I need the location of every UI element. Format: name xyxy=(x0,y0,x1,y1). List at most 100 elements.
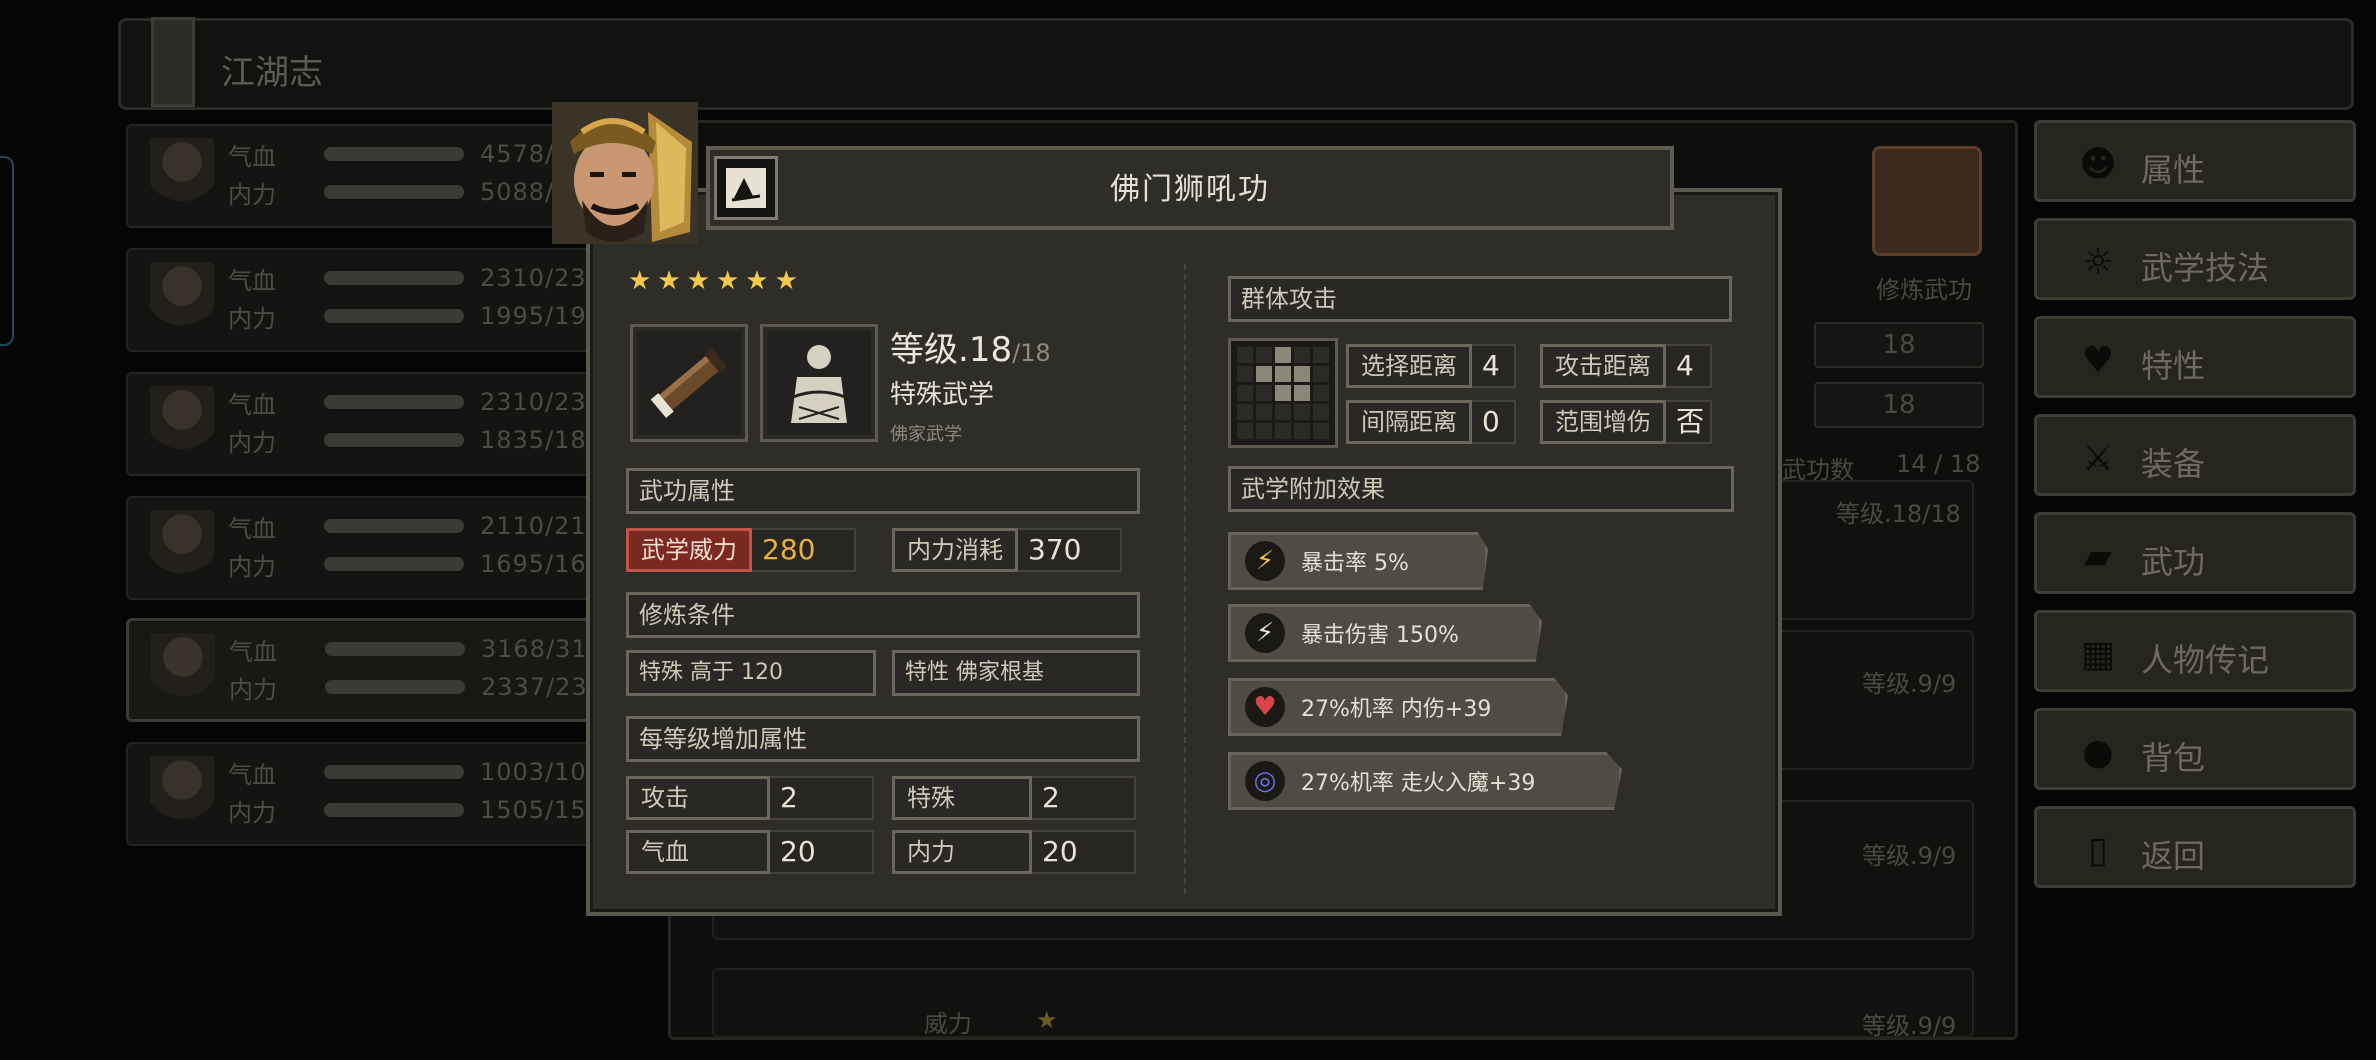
menu-bag-button[interactable]: ● 背包 xyxy=(2034,708,2356,790)
stat-box: 18 xyxy=(1814,322,1984,368)
effect-text: 27%机率 走火入魔+39 xyxy=(1301,771,1536,796)
effect-qi-deviation: ◎ 27%机率 走火入魔+39 xyxy=(1228,752,1622,810)
menu-skills-button[interactable]: ▰ 武功 xyxy=(2034,512,2356,594)
requirement-special: 特殊 高于 120 xyxy=(626,650,876,696)
effect-text: 暴击率 5% xyxy=(1301,551,1409,576)
hp-bar xyxy=(324,271,464,285)
hp-value: 1003/100 xyxy=(480,758,603,786)
character-avatar xyxy=(150,262,214,342)
attack-range-value: 4 xyxy=(1666,344,1712,388)
skill-count-value: 14 / 18 xyxy=(1896,450,1981,478)
hp-label: 气血 xyxy=(228,266,276,295)
martial-skill-icon: ☼ xyxy=(2081,241,2115,283)
menu-label: 装备 xyxy=(2141,445,2206,483)
hp-bar xyxy=(324,147,464,161)
per-level-special: 特殊 2 xyxy=(892,774,1142,822)
mp-bar xyxy=(324,557,464,571)
menu-label: 人物传记 xyxy=(2141,641,2270,679)
character-portrait xyxy=(552,102,698,244)
menu-label: 武学技法 xyxy=(2141,249,2270,287)
effect-crit-damage: ⚡ 暴击伤害 150% xyxy=(1228,604,1542,662)
mp-value: 1505/150 xyxy=(480,796,603,824)
character-card[interactable]: 气血 2310/231 内力 1995/199 xyxy=(126,248,646,352)
per-level-mp: 内力 20 xyxy=(892,828,1142,876)
hp-value: 2310/231 xyxy=(480,264,603,292)
person-stat-icon: ☻ xyxy=(2079,143,2117,185)
hp-bar xyxy=(324,519,464,533)
select-range-value: 4 xyxy=(1472,344,1516,388)
book-icon xyxy=(151,17,195,107)
menu-label: 属性 xyxy=(2141,151,2206,189)
skill-book-icon: ▰ xyxy=(2084,535,2112,577)
character-avatar xyxy=(150,756,214,836)
attack-range-grid-icon xyxy=(1228,338,1338,448)
power-label: 威力 xyxy=(924,1010,972,1038)
menu-label: 武功 xyxy=(2141,543,2206,581)
mp-label: 内力 xyxy=(228,798,276,827)
hp-value: 2310/231 xyxy=(480,388,603,416)
section-effects: 武学附加效果 xyxy=(1228,466,1734,512)
menu-biography-button[interactable]: ▦ 人物传记 xyxy=(2034,610,2356,692)
broken-heart-icon: ♥ xyxy=(1245,687,1285,727)
per-level-value: 20 xyxy=(770,830,874,874)
power-stat: 武学威力 280 xyxy=(626,526,876,574)
menu-label: 背包 xyxy=(2141,739,2206,777)
character-card[interactable]: 气血 1003/100 内力 1505/150 xyxy=(126,742,646,846)
side-tab[interactable] xyxy=(0,156,14,346)
character-card-selected[interactable]: 气血 3168/316 内力 2337/233 xyxy=(126,618,646,722)
menu-traits-button[interactable]: ♥ 特性 xyxy=(2034,316,2356,398)
per-level-value: 2 xyxy=(770,776,874,820)
attack-type: 群体攻击 xyxy=(1228,276,1732,322)
effect-text: 27%机率 内伤+39 xyxy=(1301,697,1492,722)
effect-crit-rate: ⚡ 暴击率 5% xyxy=(1228,532,1488,590)
star-icon: ★ xyxy=(745,266,769,296)
character-card[interactable]: 气血 2310/231 内力 1835/183 xyxy=(126,372,646,476)
interval-value: 0 xyxy=(1472,400,1516,444)
mp-label: 内力 xyxy=(229,675,277,704)
hp-label: 气血 xyxy=(228,390,276,419)
aoe-damage-value: 否 xyxy=(1666,400,1712,444)
stat-box: 18 xyxy=(1814,382,1984,428)
character-card[interactable]: 气血 2110/211 内力 1695/169 xyxy=(126,496,646,600)
mp-bar xyxy=(325,680,465,694)
star-icon: ★ xyxy=(715,266,740,296)
skill-category-icon xyxy=(714,156,778,220)
menu-equipment-button[interactable]: ⚔ 装备 xyxy=(2034,414,2356,496)
effect-text: 暴击伤害 150% xyxy=(1301,623,1459,648)
power-label: 武学威力 xyxy=(626,528,752,572)
hp-label: 气血 xyxy=(228,514,276,543)
per-level-value: 2 xyxy=(1032,776,1136,820)
hp-label: 气血 xyxy=(229,637,277,666)
level-max: /18 xyxy=(1012,339,1051,367)
character-avatar xyxy=(150,510,214,590)
sword-icon: ⚔ xyxy=(2081,437,2115,479)
star-icon: ★ xyxy=(774,266,798,296)
attack-range-label: 攻击距离 xyxy=(1540,344,1666,388)
character-avatar xyxy=(151,633,215,713)
mp-value: 1695/169 xyxy=(480,550,603,578)
interval-stat: 间隔距离 0 xyxy=(1346,398,1526,446)
biography-icon: ▦ xyxy=(2080,633,2115,675)
menu-back-button[interactable]: ▯ 返回 xyxy=(2034,806,2356,888)
menu-martial-arts-button[interactable]: ☼ 武学技法 xyxy=(2034,218,2356,300)
skill-row-level: 等级.9/9 xyxy=(1862,842,1957,870)
requirement-trait: 特性 佛家根基 xyxy=(892,650,1140,696)
mp-cost-value: 370 xyxy=(1018,528,1122,572)
train-skill-icon[interactable] xyxy=(1872,146,1982,256)
skill-row[interactable] xyxy=(712,968,1974,1038)
skill-type: 特殊武学 xyxy=(890,380,995,410)
attack-range-stat: 攻击距离 4 xyxy=(1540,342,1730,390)
skill-school: 佛家武学 xyxy=(890,424,962,445)
per-level-label: 气血 xyxy=(626,830,770,874)
hp-label: 气血 xyxy=(228,142,276,171)
skill-scroll-icon xyxy=(630,324,748,442)
hp-bar xyxy=(324,395,464,409)
effect-internal-injury: ♥ 27%机率 内伤+39 xyxy=(1228,678,1568,736)
level-value: 18 xyxy=(968,330,1013,370)
monk-figure-icon xyxy=(760,324,878,442)
menu-attributes-button[interactable]: ☻ 属性 xyxy=(2034,120,2356,202)
mp-bar xyxy=(324,185,464,199)
bag-icon: ● xyxy=(2082,731,2114,773)
dialog-title: 佛门狮吼功 xyxy=(1110,172,1270,207)
lightning-icon: ⚡ xyxy=(1245,541,1285,581)
